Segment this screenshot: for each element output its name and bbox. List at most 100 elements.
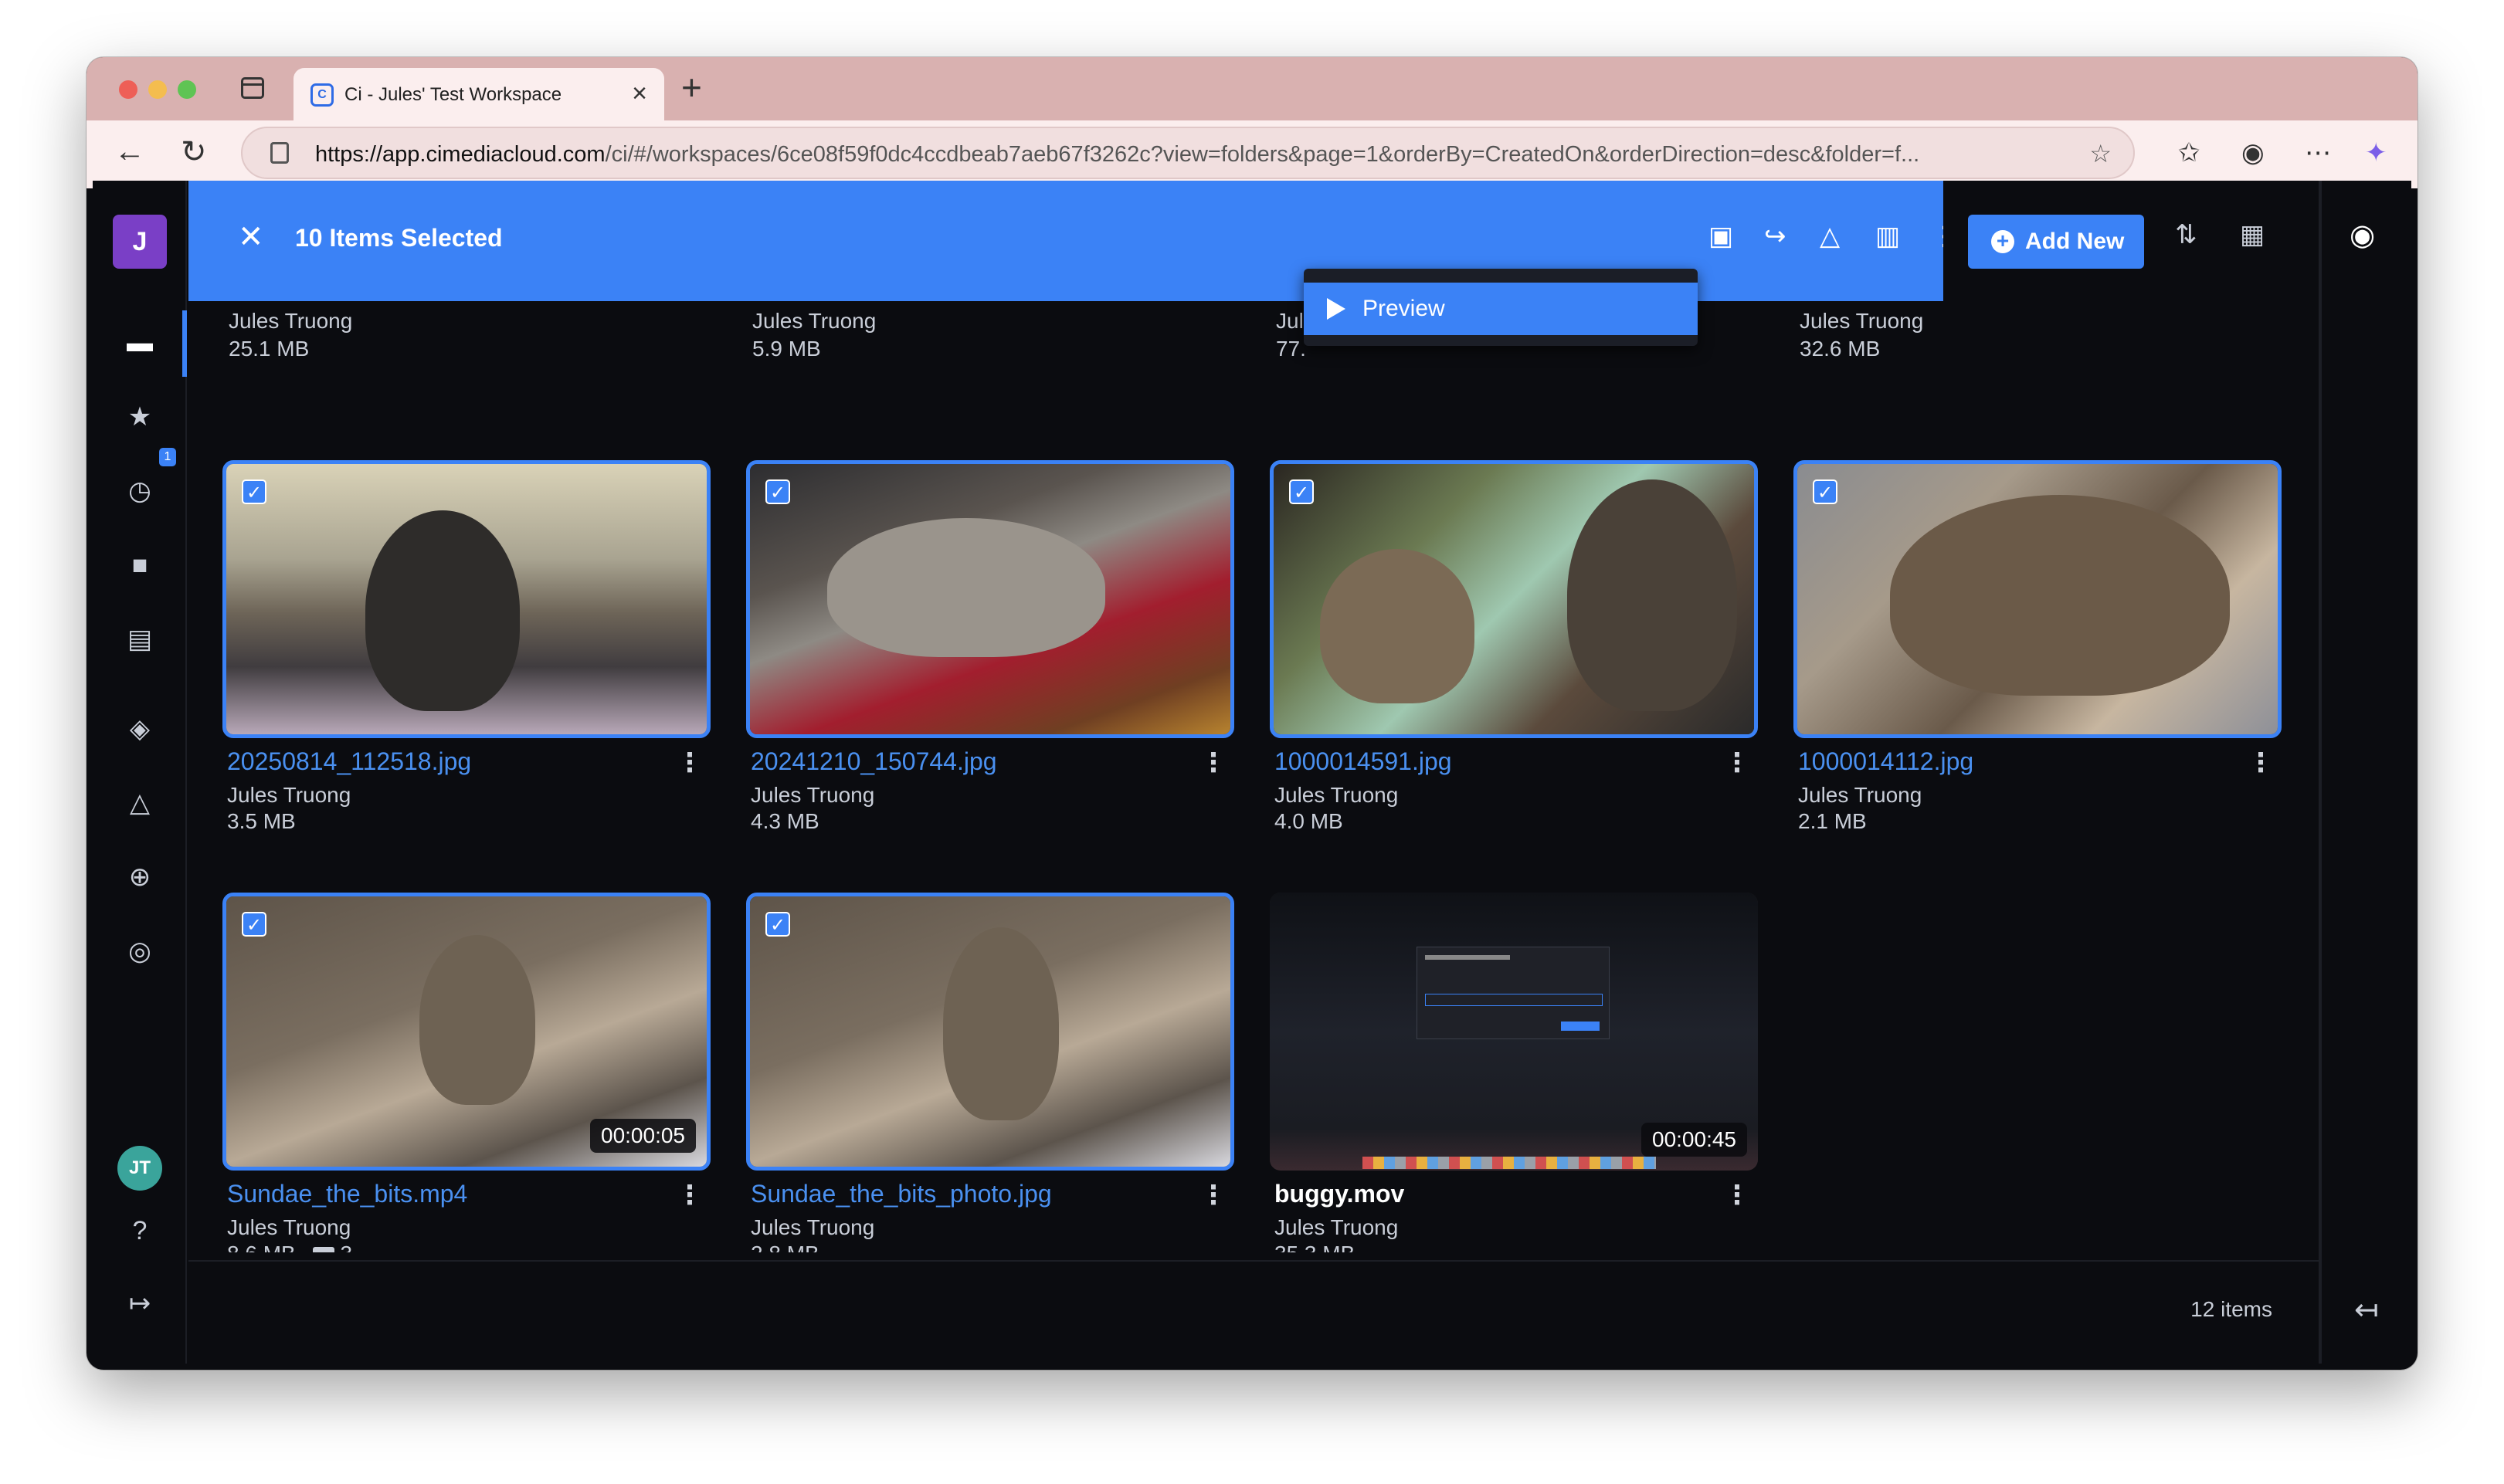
folder-icon[interactable]: ▬ xyxy=(121,324,158,361)
favorites-icon[interactable]: ✩ xyxy=(2178,137,2200,168)
thumbnail[interactable]: ✓ xyxy=(746,460,1234,738)
workspace-avatar[interactable]: J xyxy=(113,215,167,269)
clear-selection-icon[interactable]: ✕ xyxy=(238,219,264,255)
items-count: 12 items xyxy=(2190,1297,2272,1321)
size-label: 8.6 MB 3 xyxy=(227,1242,352,1252)
owner-label: Jules Truong xyxy=(1274,783,1399,807)
cloud-icon[interactable]: △ xyxy=(121,784,158,822)
more-vert-icon[interactable]: ⋮ xyxy=(1724,747,1750,778)
file-name[interactable]: buggy.mov xyxy=(1274,1180,1404,1208)
more-vert-icon[interactable]: ⋮ xyxy=(1200,747,1227,778)
more-menu-icon[interactable]: ⋯ xyxy=(2305,137,2331,168)
file-name[interactable]: 1000014112.jpg xyxy=(1798,747,1973,776)
more-vert-icon[interactable]: ⋮ xyxy=(1724,1180,1750,1211)
grid-view-icon[interactable]: ▦ xyxy=(2240,219,2265,250)
footer: 12 items xyxy=(188,1260,2319,1364)
video-icon[interactable]: ■ xyxy=(121,547,158,584)
preview-menu-item[interactable]: Preview xyxy=(1304,283,1698,335)
checkbox-checked-icon[interactable]: ✓ xyxy=(1813,479,1837,504)
partial-card-meta: Jules Truong 5.9 MB xyxy=(752,307,876,363)
eye-icon[interactable]: ◉ xyxy=(2350,218,2375,252)
file-name[interactable]: Sundae_the_bits.mp4 xyxy=(227,1180,467,1208)
thumbnail[interactable]: ✓ xyxy=(1270,460,1758,738)
user-avatar[interactable]: JT xyxy=(117,1146,162,1191)
close-window-button[interactable] xyxy=(119,80,137,99)
sort-icon[interactable]: ⇅ xyxy=(2175,219,2197,250)
checkbox-checked-icon[interactable]: ✓ xyxy=(1289,479,1314,504)
desktop: C Ci - Jules' Test Workspace × + ← ↻ htt… xyxy=(0,0,2504,1484)
target-icon[interactable]: ◎ xyxy=(121,933,158,970)
address-bar[interactable]: https://app.cimediacloud.com/ci/#/worksp… xyxy=(241,127,2135,179)
play-icon xyxy=(1327,298,1345,320)
thumbnail[interactable]: ✓ xyxy=(222,460,711,738)
partial-card-meta: Jules Truong 25.1 MB xyxy=(229,307,352,363)
owner-label: Jules Truong xyxy=(229,309,353,333)
trash-icon[interactable]: ▤ xyxy=(121,621,158,658)
clock-icon[interactable]: ◷ xyxy=(121,473,158,510)
file-name[interactable]: 20250814_112518.jpg xyxy=(227,747,471,776)
more-vert-icon[interactable]: ⋮ xyxy=(1200,1180,1227,1211)
help-icon[interactable]: ? xyxy=(121,1212,158,1249)
profile-icon[interactable]: ◉ xyxy=(2241,137,2265,168)
checkbox-checked-icon[interactable]: ✓ xyxy=(765,912,790,937)
delete-icon[interactable]: ▥ xyxy=(1875,221,1900,252)
file-name[interactable]: Sundae_the_bits_photo.jpg xyxy=(751,1180,1052,1208)
more-vert-icon[interactable]: ⋮ xyxy=(677,747,703,778)
app-area: J ▬ ★ ◷ 1 ■ ▤ ◈ △ ⊕ ◎ JT ? ↦ ✕ 10 Items … xyxy=(93,181,2411,1364)
size-label: 4.0 MB xyxy=(1274,809,1343,833)
thumbnail[interactable]: ✓ 00:00:05 xyxy=(222,893,711,1171)
share-icon[interactable]: ↪ xyxy=(1764,221,1786,252)
size-label: 5.9 MB xyxy=(752,337,821,361)
checkbox-checked-icon[interactable]: ✓ xyxy=(242,479,266,504)
comment-count: 3 xyxy=(340,1242,352,1252)
reload-icon[interactable]: ↻ xyxy=(181,134,207,170)
bookmark-star-icon[interactable]: ☆ xyxy=(2089,139,2112,168)
logout-icon[interactable]: ↦ xyxy=(121,1285,158,1322)
thumbnail[interactable]: ✓ xyxy=(1793,460,2282,738)
tab-bar: C Ci - Jules' Test Workspace × + xyxy=(87,57,2417,120)
active-indicator xyxy=(182,310,187,377)
partial-card-meta: Jules Truong 32.6 MB xyxy=(1800,307,1923,363)
copilot-icon[interactable]: ✦ xyxy=(2365,137,2387,168)
file-name[interactable]: 20241210_150744.jpg xyxy=(751,747,997,776)
browser-window: C Ci - Jules' Test Workspace × + ← ↻ htt… xyxy=(87,57,2417,1370)
add-new-button[interactable]: + Add New xyxy=(1968,215,2144,269)
thumbnail[interactable]: 00:00:45 xyxy=(1270,893,1758,1171)
download-icon[interactable]: ⊕ xyxy=(121,859,158,896)
actions-dropdown: Preview xyxy=(1304,269,1698,346)
image-icon[interactable]: ▣ xyxy=(1708,221,1733,252)
checkbox-checked-icon[interactable]: ✓ xyxy=(242,912,266,937)
minimize-window-button[interactable] xyxy=(148,80,167,99)
recent-badge: 1 xyxy=(159,448,176,466)
package-icon[interactable]: ◈ xyxy=(121,710,158,747)
back-icon[interactable]: ← xyxy=(114,134,145,169)
more-vert-icon[interactable]: ⋮ xyxy=(2248,747,2274,778)
size-label: 2.8 MB xyxy=(751,1242,819,1252)
sidebar-toggle-icon[interactable] xyxy=(241,77,264,99)
cloud-upload-icon[interactable]: △ xyxy=(1820,221,1840,252)
right-rail: ◉ ↤ xyxy=(2319,181,2411,1364)
comment-icon[interactable] xyxy=(312,1246,334,1252)
right-header: + Add New ⇅ ▦ xyxy=(1943,181,2314,301)
more-vert-icon[interactable]: ⋮ xyxy=(677,1180,703,1211)
size-label: 2.1 MB xyxy=(1798,809,1867,833)
collapse-panel-icon[interactable]: ↤ xyxy=(2354,1293,2379,1327)
thumbnail[interactable]: ✓ xyxy=(746,893,1234,1171)
maximize-window-button[interactable] xyxy=(178,80,196,99)
owner-label: Jules Truong xyxy=(227,783,351,807)
plus-icon: + xyxy=(1991,230,2014,253)
left-nav-rail: J ▬ ★ ◷ 1 ■ ▤ ◈ △ ⊕ ◎ JT ? ↦ xyxy=(93,181,187,1364)
file-grid: Jules Truong 25.1 MB Jules Truong 5.9 MB… xyxy=(188,301,2319,1252)
url-text[interactable]: https://app.cimediacloud.com/ci/#/worksp… xyxy=(315,142,2030,168)
size-label: 35.3 MB xyxy=(1274,1242,1355,1252)
checkbox-checked-icon[interactable]: ✓ xyxy=(765,479,790,504)
new-tab-icon[interactable]: + xyxy=(681,66,702,108)
lock-icon xyxy=(270,142,289,164)
duration-badge: 00:00:45 xyxy=(1641,1123,1747,1157)
size-label: 32.6 MB xyxy=(1800,337,1881,361)
tab-close-icon[interactable]: × xyxy=(632,79,647,109)
browser-tab[interactable]: C Ci - Jules' Test Workspace × xyxy=(293,68,664,120)
owner-label: Jules Truong xyxy=(227,1215,351,1239)
file-name[interactable]: 1000014591.jpg xyxy=(1274,747,1452,776)
star-icon[interactable]: ★ xyxy=(121,398,158,435)
